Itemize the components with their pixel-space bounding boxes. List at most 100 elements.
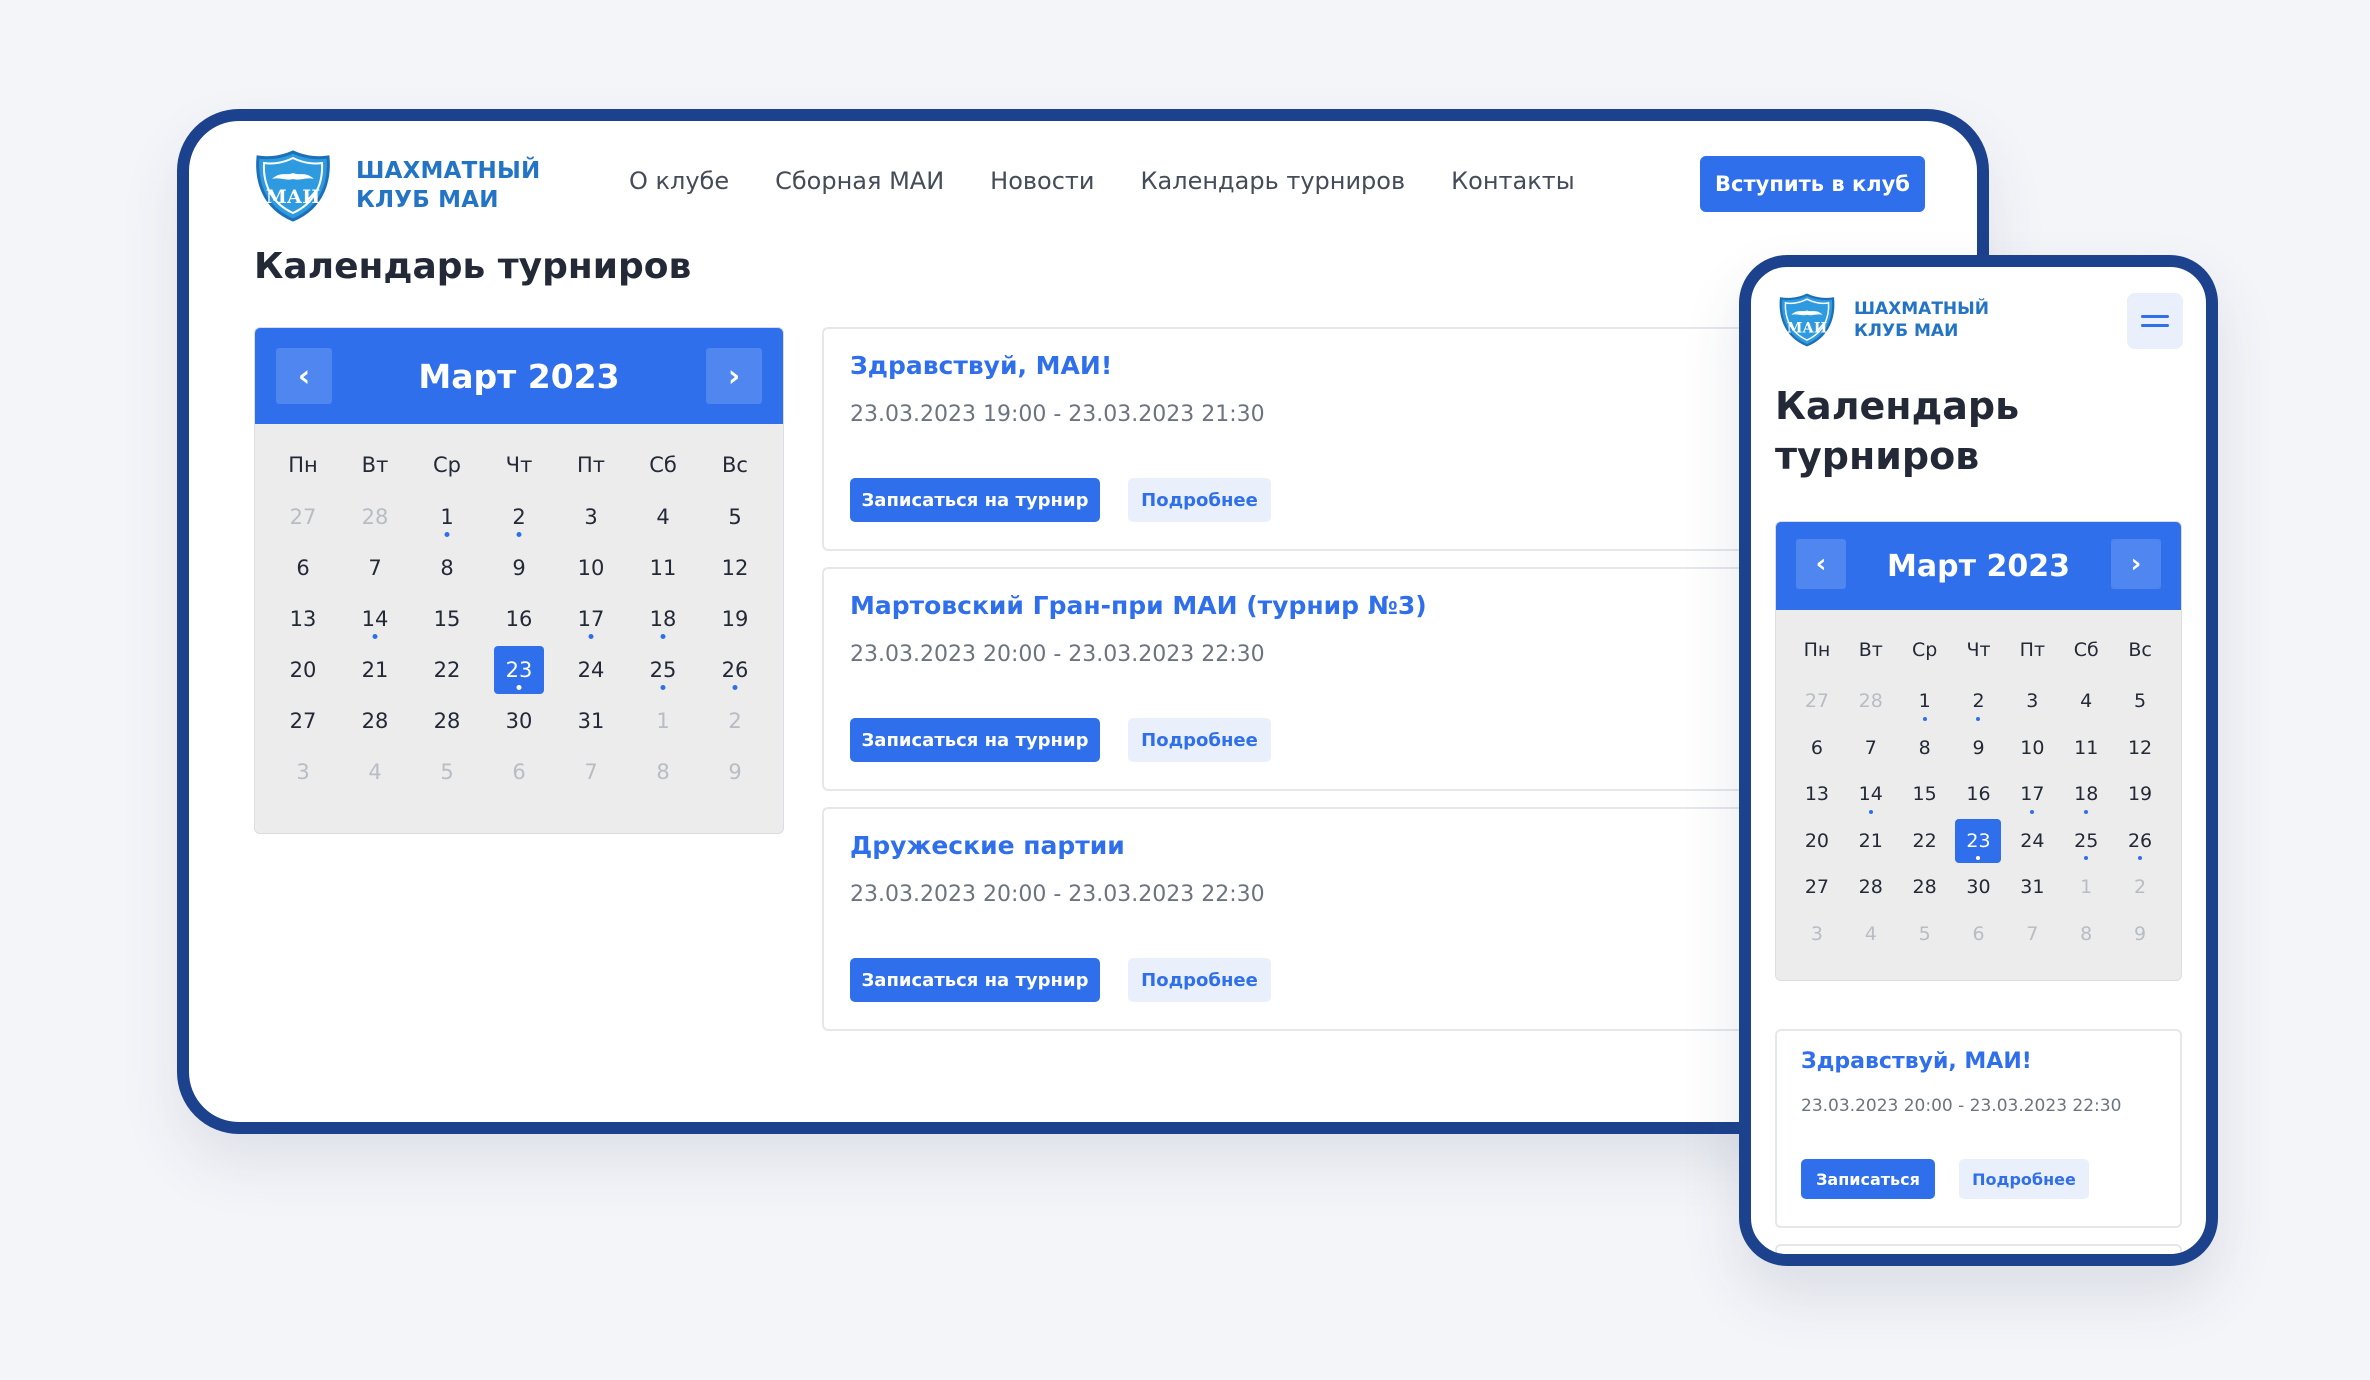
calendar-day[interactable]: 31 bbox=[555, 696, 627, 747]
calendar-day[interactable]: 8 bbox=[411, 543, 483, 594]
club-logo[interactable]: МАИ ШАХМАТНЫЙ КЛУБ МАИ bbox=[1778, 292, 2004, 348]
calendar-day[interactable]: 28 bbox=[1898, 864, 1952, 911]
calendar-day[interactable]: 4 bbox=[2059, 678, 2113, 725]
calendar-day[interactable]: 13 bbox=[267, 594, 339, 645]
calendar-day[interactable]: 6 bbox=[1952, 911, 2006, 958]
register-button[interactable]: Записаться на турнир bbox=[850, 478, 1100, 522]
calendar-day[interactable]: 1 bbox=[1898, 678, 1952, 725]
calendar-day[interactable]: 12 bbox=[699, 543, 771, 594]
calendar-day-selected[interactable]: 23 bbox=[483, 645, 555, 696]
calendar-day[interactable]: 18 bbox=[2059, 771, 2113, 818]
calendar-day[interactable]: 18 bbox=[627, 594, 699, 645]
calendar-day[interactable]: 9 bbox=[2113, 911, 2167, 958]
prev-month-button[interactable]: ‹ bbox=[1796, 539, 1846, 589]
calendar-day[interactable]: 7 bbox=[1844, 725, 1898, 772]
calendar-day[interactable]: 10 bbox=[2005, 725, 2059, 772]
calendar-day[interactable]: 28 bbox=[411, 696, 483, 747]
calendar-day[interactable]: 5 bbox=[2113, 678, 2167, 725]
calendar-day[interactable]: 2 bbox=[483, 492, 555, 543]
calendar-day[interactable]: 9 bbox=[483, 543, 555, 594]
calendar-day[interactable]: 4 bbox=[627, 492, 699, 543]
calendar-day[interactable]: 3 bbox=[2005, 678, 2059, 725]
calendar-day[interactable]: 3 bbox=[1790, 911, 1844, 958]
calendar-day[interactable]: 24 bbox=[555, 645, 627, 696]
register-button[interactable]: Записаться на турнир bbox=[850, 958, 1100, 1002]
calendar-day[interactable]: 22 bbox=[411, 645, 483, 696]
calendar-day[interactable]: 27 bbox=[267, 696, 339, 747]
calendar-day[interactable]: 16 bbox=[1952, 771, 2006, 818]
calendar-day[interactable]: 8 bbox=[1898, 725, 1952, 772]
calendar-day[interactable]: 6 bbox=[1790, 725, 1844, 772]
calendar-day[interactable]: 14 bbox=[339, 594, 411, 645]
calendar-day[interactable]: 10 bbox=[555, 543, 627, 594]
calendar-day[interactable]: 28 bbox=[1844, 864, 1898, 911]
calendar-day[interactable]: 5 bbox=[411, 747, 483, 798]
calendar-day[interactable]: 27 bbox=[1790, 864, 1844, 911]
nav-item-calendar[interactable]: Календарь турниров bbox=[1141, 167, 1406, 195]
register-button[interactable]: Записаться на турнир bbox=[850, 718, 1100, 762]
calendar-day[interactable]: 4 bbox=[339, 747, 411, 798]
details-button[interactable]: Подробнее bbox=[1959, 1159, 2089, 1199]
calendar-day[interactable]: 15 bbox=[411, 594, 483, 645]
calendar-day[interactable]: 27 bbox=[267, 492, 339, 543]
calendar-day[interactable]: 27 bbox=[1790, 678, 1844, 725]
calendar-day[interactable]: 26 bbox=[699, 645, 771, 696]
calendar-day[interactable]: 28 bbox=[339, 696, 411, 747]
calendar-day[interactable]: 5 bbox=[1898, 911, 1952, 958]
calendar-day[interactable]: 21 bbox=[1844, 818, 1898, 865]
calendar-day[interactable]: 9 bbox=[1952, 725, 2006, 772]
calendar-day[interactable]: 11 bbox=[627, 543, 699, 594]
calendar-day[interactable]: 7 bbox=[555, 747, 627, 798]
hamburger-menu-button[interactable] bbox=[2127, 293, 2183, 349]
calendar-day[interactable]: 20 bbox=[1790, 818, 1844, 865]
calendar-day[interactable]: 11 bbox=[2059, 725, 2113, 772]
calendar-day[interactable]: 20 bbox=[267, 645, 339, 696]
calendar-day[interactable]: 24 bbox=[2005, 818, 2059, 865]
calendar-day[interactable]: 28 bbox=[339, 492, 411, 543]
calendar-day[interactable]: 4 bbox=[1844, 911, 1898, 958]
calendar-day[interactable]: 6 bbox=[267, 543, 339, 594]
calendar-day[interactable]: 5 bbox=[699, 492, 771, 543]
next-month-button[interactable]: › bbox=[706, 348, 762, 404]
next-month-button[interactable]: › bbox=[2111, 539, 2161, 589]
calendar-day[interactable]: 19 bbox=[2113, 771, 2167, 818]
calendar-day[interactable]: 6 bbox=[483, 747, 555, 798]
details-button[interactable]: Подробнее bbox=[1128, 958, 1271, 1002]
prev-month-button[interactable]: ‹ bbox=[276, 348, 332, 404]
calendar-day[interactable]: 2 bbox=[699, 696, 771, 747]
calendar-day[interactable]: 17 bbox=[555, 594, 627, 645]
calendar-day[interactable]: 14 bbox=[1844, 771, 1898, 818]
calendar-day[interactable]: 25 bbox=[2059, 818, 2113, 865]
calendar-day[interactable]: 8 bbox=[2059, 911, 2113, 958]
nav-item-team[interactable]: Сборная МАИ bbox=[775, 167, 944, 195]
calendar-day[interactable]: 1 bbox=[627, 696, 699, 747]
calendar-day[interactable]: 9 bbox=[699, 747, 771, 798]
calendar-day[interactable]: 15 bbox=[1898, 771, 1952, 818]
calendar-day[interactable]: 2 bbox=[2113, 864, 2167, 911]
calendar-day[interactable]: 1 bbox=[411, 492, 483, 543]
event-title[interactable]: Здравствуй, МАИ! bbox=[1801, 1049, 2156, 1074]
calendar-day[interactable]: 25 bbox=[627, 645, 699, 696]
calendar-day[interactable]: 30 bbox=[483, 696, 555, 747]
calendar-day[interactable]: 8 bbox=[627, 747, 699, 798]
calendar-day[interactable]: 7 bbox=[339, 543, 411, 594]
club-logo[interactable]: МАИ ШАХМАТНЫЙ КЛУБ МАИ bbox=[254, 149, 556, 223]
calendar-day[interactable]: 28 bbox=[1844, 678, 1898, 725]
join-club-button[interactable]: Вступить в клуб bbox=[1700, 156, 1925, 212]
calendar-day[interactable]: 17 bbox=[2005, 771, 2059, 818]
details-button[interactable]: Подробнее bbox=[1128, 478, 1271, 522]
calendar-day[interactable]: 21 bbox=[339, 645, 411, 696]
register-button[interactable]: Записаться bbox=[1801, 1159, 1935, 1199]
calendar-day[interactable]: 3 bbox=[555, 492, 627, 543]
nav-item-news[interactable]: Новости bbox=[990, 167, 1094, 195]
calendar-day[interactable]: 19 bbox=[699, 594, 771, 645]
calendar-day[interactable]: 2 bbox=[1952, 678, 2006, 725]
calendar-day-selected[interactable]: 23 bbox=[1952, 818, 2006, 865]
calendar-day[interactable]: 3 bbox=[267, 747, 339, 798]
details-button[interactable]: Подробнее bbox=[1128, 718, 1271, 762]
calendar-day[interactable]: 7 bbox=[2005, 911, 2059, 958]
calendar-day[interactable]: 22 bbox=[1898, 818, 1952, 865]
calendar-day[interactable]: 16 bbox=[483, 594, 555, 645]
calendar-day[interactable]: 26 bbox=[2113, 818, 2167, 865]
calendar-day[interactable]: 12 bbox=[2113, 725, 2167, 772]
